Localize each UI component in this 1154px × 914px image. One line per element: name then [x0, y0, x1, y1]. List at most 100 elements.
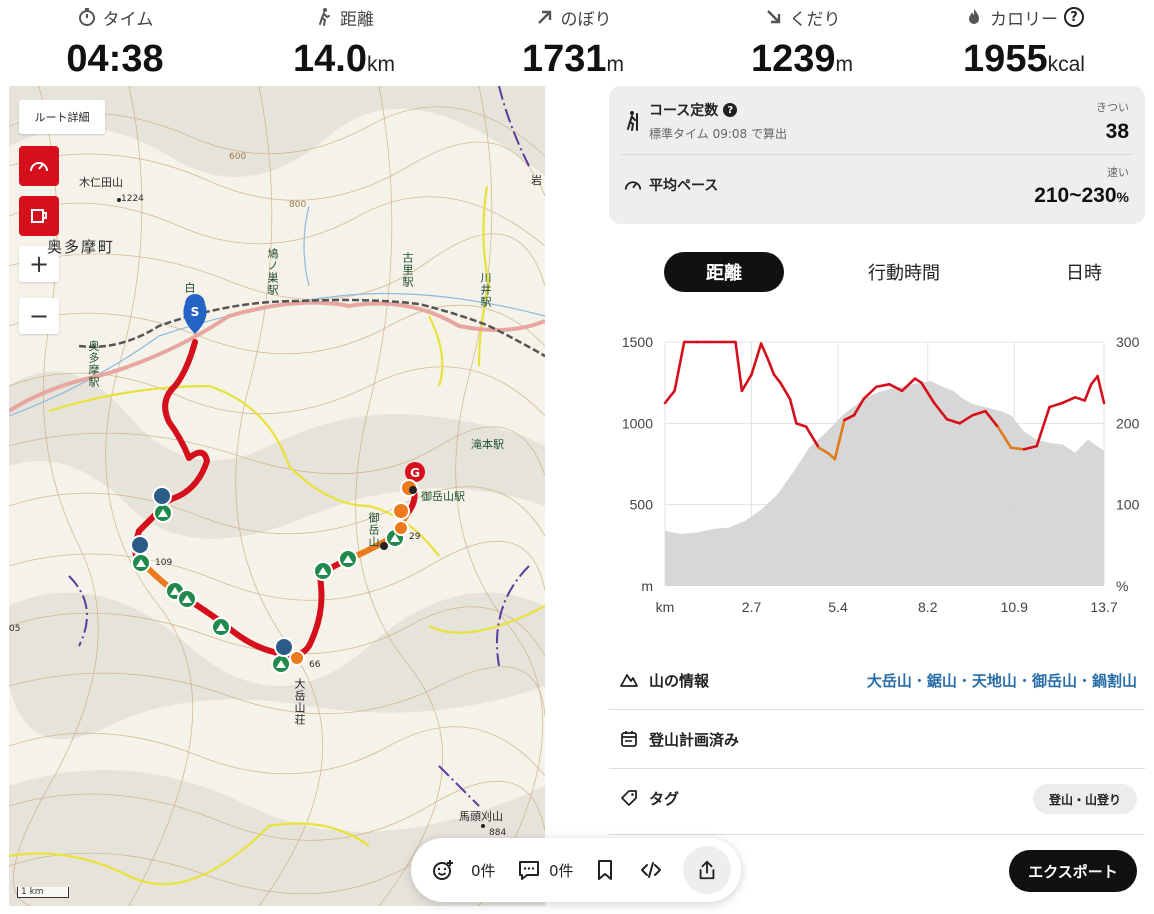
pace-line-segment — [759, 342, 769, 360]
y-left-tick-label: 1000 — [622, 415, 653, 431]
pace-line-segment — [1096, 374, 1106, 405]
zoom-out-button[interactable]: − — [19, 298, 59, 334]
map-label-station: 滝本駅 — [471, 438, 504, 451]
map-label: 1224 — [121, 194, 144, 204]
share-icon — [699, 860, 715, 880]
pace-title: 平均ペース — [649, 178, 719, 194]
peak-separator: ・ — [1076, 672, 1092, 690]
peak-link[interactable]: 大岳山 — [867, 672, 912, 690]
stat-value: 1731 — [521, 38, 607, 80]
mountain-icon — [620, 674, 638, 687]
map-label: 109 — [155, 558, 173, 568]
y-right-tick-label: 200 — [1116, 415, 1140, 431]
peak-link[interactable]: 鍋割山 — [1092, 672, 1137, 690]
reaction-button[interactable]: 0件 — [431, 838, 496, 902]
chart-tabs: 距離 行動時間 日時 — [609, 252, 1145, 294]
pace-line-segment — [779, 381, 792, 401]
route-detail-button[interactable]: ルート詳細 — [19, 100, 105, 134]
bookmark-icon — [598, 860, 612, 880]
help-icon[interactable]: ? — [723, 103, 738, 117]
map-label-station: 古里駅 — [401, 252, 414, 288]
y-right-tick-label: 100 — [1116, 497, 1140, 513]
stat-ascent: のぼり 1731m — [458, 0, 688, 90]
pace-line-segment — [788, 397, 798, 425]
x-tick-label: 10.9 — [1001, 599, 1028, 615]
route-map[interactable]: S G ルート詳細 + − 木仁田山 1224 奥多摩町 鳩ノ巣駅 古里駅 川井… — [9, 86, 545, 906]
arrow-up-right-icon — [537, 10, 551, 24]
course-constant-subtitle: 標準タイム 09:08 で算出 — [649, 127, 787, 141]
map-label-lodge: 大岳山荘 — [293, 678, 306, 726]
emoji-add-icon — [433, 860, 453, 880]
map-label: 600 — [229, 152, 247, 162]
stat-value: 1955 — [963, 38, 1048, 80]
elevation-area — [665, 381, 1104, 586]
speedometer-icon — [624, 181, 642, 190]
stat-value: 14.0 — [293, 38, 367, 80]
peak-separator: ・ — [1016, 672, 1032, 690]
pace-line-segment — [1061, 396, 1077, 405]
goal-marker[interactable]: G — [405, 462, 425, 482]
peak-separator: ・ — [956, 672, 972, 690]
pace-line-segment — [875, 382, 891, 389]
pace-line-segment — [734, 340, 744, 393]
y-left-tick-label: 1500 — [622, 334, 653, 350]
x-axis-unit: km — [656, 599, 675, 615]
tag-chip[interactable]: 登山・山登り — [1032, 784, 1137, 814]
mountain-info-label: 山の情報 — [649, 672, 710, 690]
elevation-chart[interactable]: 1500 1000 500 300 200 100 m % km 2.7 5.4 8.2 10.9 13.… — [609, 326, 1154, 626]
pace-line-segment — [673, 340, 686, 393]
peak-link[interactable]: 鋸山 — [927, 672, 957, 690]
scale-bar: 1 km — [17, 887, 69, 898]
stat-label: 距離 — [340, 9, 374, 30]
tab-datetime[interactable]: 日時 — [1034, 252, 1134, 292]
cup-icon — [31, 209, 47, 223]
bookmark-button[interactable] — [593, 838, 617, 902]
stat-unit: km — [366, 53, 395, 76]
export-button[interactable]: エクスポート — [1009, 850, 1137, 892]
stat-unit: m — [835, 53, 854, 76]
svg-text:G: G — [410, 466, 420, 480]
tag-icon — [621, 790, 637, 806]
difficulty-value: 38 — [1105, 120, 1129, 143]
tab-distance[interactable]: 距離 — [664, 252, 784, 292]
pace-line-segment — [766, 356, 776, 376]
stats-header: タイム 04:38 距離 14.0km のぼり 1731m くだり 1239m … — [0, 0, 1154, 86]
reaction-count: 0件 — [471, 861, 496, 880]
help-icon[interactable]: ? — [1064, 7, 1084, 27]
peak-link[interactable]: 御岳山 — [1032, 672, 1077, 690]
speedometer-button[interactable] — [19, 146, 59, 186]
speedometer-icon — [30, 162, 48, 172]
divider — [621, 154, 1133, 155]
plan-label: 登山計画済み — [649, 731, 740, 749]
peak-separator: ・ — [911, 672, 927, 690]
map-label: 800 — [289, 200, 307, 210]
stat-unit: m — [606, 53, 625, 76]
share-button[interactable] — [683, 846, 731, 894]
arrow-down-right-icon — [766, 10, 780, 24]
map-label: 05 — [9, 624, 21, 634]
difficulty-tag: きつい — [1096, 101, 1129, 114]
map-label-station: 鳩ノ巣駅 — [266, 248, 279, 296]
pace-line-segment — [1048, 401, 1064, 409]
hiker-walking-icon — [319, 8, 330, 26]
stopwatch-icon — [78, 8, 95, 26]
info-row-mountain[interactable]: 山の情報 大岳山・鋸山・天地山・御岳山・鍋割山 — [609, 651, 1145, 710]
hiker-icon — [627, 111, 638, 131]
x-tick-label: 13.7 — [1090, 599, 1117, 615]
pace-value: 210~230% — [1034, 184, 1129, 208]
peak-link[interactable]: 天地山 — [972, 672, 1017, 690]
comment-button[interactable]: 0件 — [517, 838, 574, 902]
x-tick-label: 8.2 — [918, 599, 938, 615]
pace-line-segment — [1073, 396, 1087, 402]
map-label: 884 — [489, 828, 507, 838]
y-right-tick-label: 300 — [1116, 334, 1140, 350]
map-label-town: 奥多摩町 — [47, 238, 116, 256]
map-label: 木仁田山 — [79, 176, 123, 189]
pace-value-number: 210~230 — [1034, 184, 1117, 207]
y-left-axis-unit: m — [641, 578, 653, 594]
tab-activity-time[interactable]: 行動時間 — [844, 252, 964, 292]
map-label: 岩 — [531, 174, 542, 187]
embed-button[interactable] — [639, 838, 663, 902]
cup-button[interactable] — [19, 196, 59, 236]
map-label-station: 川井駅 — [479, 272, 492, 308]
